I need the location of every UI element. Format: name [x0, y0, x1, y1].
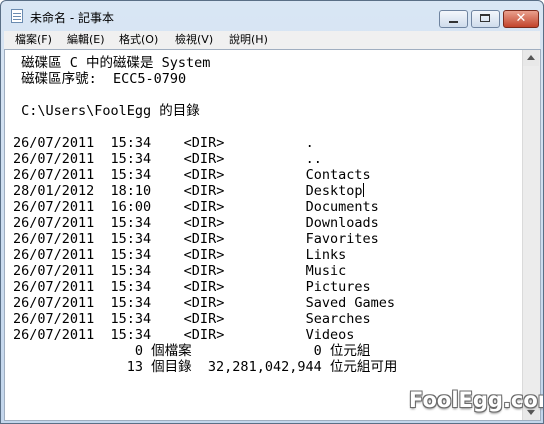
minimize-button[interactable] [439, 10, 468, 28]
chevron-up-icon [527, 55, 535, 60]
watermark-logo: FoolEgg.com [409, 388, 543, 412]
close-icon: ✕ [515, 11, 527, 26]
minimize-icon [449, 21, 458, 23]
text-line: 磁碟區 C 中的磁碟是 System [13, 55, 211, 71]
close-button[interactable]: ✕ [503, 10, 539, 28]
text-line: 28/01/2012 18:10 <DIR> Desktop [13, 183, 364, 199]
notepad-window: 未命名 - 記事本 ✕ 檔案(F) 編輯(E) 格式(O) 檢視(V) 說明(H… [0, 0, 544, 424]
menu-file[interactable]: 檔案(F) [15, 32, 52, 48]
vertical-scrollbar[interactable] [522, 50, 540, 420]
text-line: 26/07/2011 15:34 <DIR> Downloads [13, 215, 379, 231]
text-line: 26/07/2011 16:00 <DIR> Documents [13, 199, 379, 215]
menu-bar: 檔案(F) 編輯(E) 格式(O) 檢視(V) 說明(H) [4, 31, 540, 49]
text-line [13, 119, 397, 135]
text-line: 26/07/2011 15:34 <DIR> Pictures [13, 279, 371, 295]
text-editor[interactable]: 磁碟區 C 中的磁碟是 System 磁碟區序號: ECC5-0790 C:\U… [4, 49, 541, 421]
text-line: 26/07/2011 15:34 <DIR> Links [13, 247, 347, 263]
menu-help[interactable]: 說明(H) [229, 32, 268, 48]
text-line: 26/07/2011 15:34 <DIR> Videos [13, 327, 355, 343]
text-line: 26/07/2011 15:34 <DIR> Music [13, 263, 347, 279]
scroll-up-button[interactable] [523, 50, 539, 66]
menu-view[interactable]: 檢視(V) [175, 32, 213, 48]
text-line: 磁碟區序號: ECC5-0790 [13, 71, 187, 87]
text-line: C:\Users\FoolEgg 的目錄 [13, 103, 200, 119]
menu-format[interactable]: 格式(O) [119, 32, 158, 48]
maximize-button[interactable] [471, 10, 500, 28]
text-line: 13 個目錄 32,281,042,944 位元組可用 [13, 359, 398, 375]
text-line: 0 個檔案 0 位元組 [13, 343, 371, 359]
text-line: 26/07/2011 15:34 <DIR> .. [13, 151, 322, 167]
text-line: 26/07/2011 15:34 <DIR> Searches [13, 311, 371, 327]
text-line [13, 87, 397, 103]
notepad-icon[interactable] [11, 9, 23, 23]
title-bar[interactable]: 未命名 - 記事本 ✕ [1, 1, 543, 31]
document-text[interactable]: 磁碟區 C 中的磁碟是 System 磁碟區序號: ECC5-0790 C:\U… [13, 55, 397, 375]
window-title: 未命名 - 記事本 [30, 11, 114, 25]
maximize-icon [480, 14, 490, 22]
text-line: 26/07/2011 15:34 <DIR> Favorites [13, 231, 379, 247]
text-cursor [362, 183, 364, 197]
text-line: 26/07/2011 15:34 <DIR> Contacts [13, 167, 371, 183]
menu-edit[interactable]: 編輯(E) [67, 32, 105, 48]
text-line: 26/07/2011 15:34 <DIR> Saved Games [13, 295, 396, 311]
text-line: 26/07/2011 15:34 <DIR> . [13, 135, 314, 151]
